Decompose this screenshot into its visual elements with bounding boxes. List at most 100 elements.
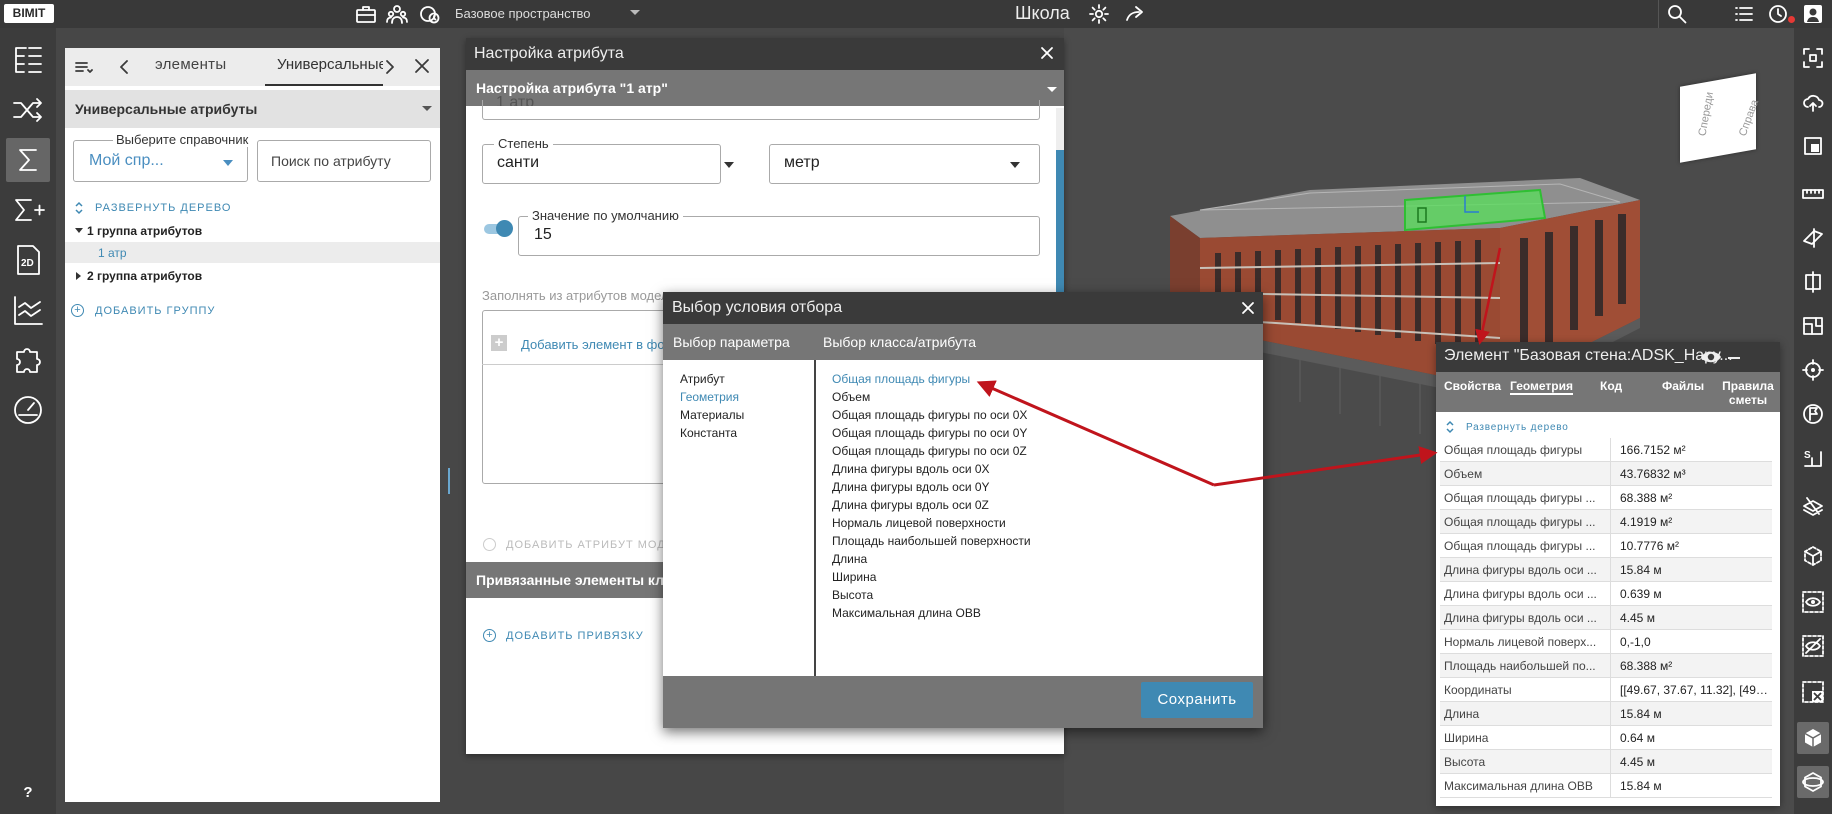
model-tree-button[interactable] bbox=[6, 38, 50, 82]
universal-attributes-button[interactable] bbox=[6, 138, 50, 182]
param-item[interactable]: Атрибут bbox=[680, 370, 725, 388]
help-button[interactable]: ? bbox=[17, 782, 39, 804]
attribute-item[interactable]: Длина фигуры вдоль оси 0Y bbox=[832, 478, 990, 496]
close-icon[interactable] bbox=[1241, 301, 1255, 315]
charts-button[interactable] bbox=[6, 288, 50, 332]
param-item[interactable]: Материалы bbox=[680, 406, 744, 424]
attribute-item[interactable]: Общая площадь фигуры по оси 0Z bbox=[832, 442, 1027, 460]
panel-header[interactable]: Универсальные атрибуты bbox=[65, 90, 440, 128]
briefcase-icon[interactable] bbox=[355, 3, 377, 25]
chevron-right-icon[interactable] bbox=[383, 59, 397, 75]
expand-tree-link[interactable]: Развернуть дерево bbox=[1466, 422, 1569, 433]
tree-item-1-atr[interactable]: 1 атр bbox=[98, 246, 127, 260]
attribute-item[interactable]: Длина фигуры вдоль оси 0X bbox=[832, 460, 990, 478]
flag-icon[interactable] bbox=[1797, 398, 1829, 430]
property-row[interactable]: Объем 43.76832 м³ bbox=[1440, 462, 1772, 486]
attribute-item[interactable]: Высота bbox=[832, 586, 873, 604]
caret-down-icon[interactable] bbox=[75, 228, 83, 233]
2d-view-button[interactable]: 2D bbox=[6, 238, 50, 282]
search-icon[interactable] bbox=[1666, 3, 1688, 25]
tree-group-1[interactable]: 1 группа атрибутов bbox=[87, 224, 202, 238]
attribute-item-selected[interactable]: Общая площадь фигуры bbox=[832, 370, 970, 388]
plus-circle-icon[interactable] bbox=[483, 538, 496, 551]
tab-files[interactable]: Файлы bbox=[1662, 379, 1704, 393]
notification-icon[interactable] bbox=[1767, 3, 1789, 25]
3d-box-icon[interactable] bbox=[1797, 722, 1829, 754]
share-icon[interactable] bbox=[1124, 3, 1146, 25]
close-icon[interactable] bbox=[1040, 46, 1054, 60]
eye-icon[interactable] bbox=[1797, 586, 1829, 618]
shuffle-button[interactable] bbox=[6, 88, 50, 132]
eye-off-icon[interactable] bbox=[1797, 630, 1829, 662]
toggle-knob[interactable] bbox=[496, 220, 513, 237]
close-icon[interactable] bbox=[413, 57, 431, 75]
dimension-icon[interactable]: S bbox=[1797, 442, 1829, 474]
expand-tree-icon[interactable] bbox=[73, 201, 85, 215]
attribute-search-input[interactable] bbox=[257, 140, 431, 182]
tree-group-2[interactable]: 2 группа атрибутов bbox=[87, 269, 202, 283]
name-field-value[interactable]: 1 атр bbox=[496, 94, 534, 106]
property-row[interactable]: Высота 4.45 м bbox=[1440, 750, 1772, 774]
param-item-selected[interactable]: Геометрия bbox=[680, 388, 739, 406]
panel-resize-handle[interactable] bbox=[448, 468, 450, 494]
floor-plan-icon[interactable] bbox=[1797, 310, 1829, 342]
dropdown-arrow-icon[interactable] bbox=[1010, 162, 1020, 168]
plus-circle-icon[interactable]: + bbox=[483, 629, 496, 642]
add-binding-link[interactable]: ДОБАВИТЬ ПРИВЯЗКУ bbox=[506, 630, 644, 642]
tab-elements[interactable]: элементы bbox=[155, 56, 226, 73]
expand-tree-icon[interactable] bbox=[1444, 420, 1456, 434]
user-profile-icon[interactable] bbox=[1802, 3, 1824, 25]
attribute-item[interactable]: Длина фигуры вдоль оси 0Z bbox=[832, 496, 989, 514]
caret-right-icon[interactable] bbox=[76, 272, 81, 280]
cloud-upload-icon[interactable] bbox=[1797, 86, 1829, 118]
attribute-item[interactable]: Длина bbox=[832, 550, 867, 568]
property-row[interactable]: Общая площадь фигуры 166.7152 м² bbox=[1440, 438, 1772, 462]
property-row[interactable]: Площадь наибольшей по... 68.388 м² bbox=[1440, 654, 1772, 678]
property-row[interactable]: Общая площадь фигуры ... 4.1919 м² bbox=[1440, 510, 1772, 534]
dialog-title[interactable]: Настройка атрибута bbox=[466, 38, 1064, 70]
add-group-link[interactable]: ДОБАВИТЬ ГРУППУ bbox=[95, 305, 215, 317]
workspace-settings-icon[interactable] bbox=[419, 3, 441, 25]
property-row[interactable]: Длина фигуры вдоль оси ... 0.639 м bbox=[1440, 582, 1772, 606]
plus-circle-icon[interactable]: + bbox=[71, 304, 84, 317]
attribute-item[interactable]: Ширина bbox=[832, 568, 876, 586]
isolate-off-icon[interactable] bbox=[1797, 676, 1829, 708]
property-row[interactable]: Ширина 0.64 м bbox=[1440, 726, 1772, 750]
tab-geometry[interactable]: Геометрия bbox=[1510, 379, 1574, 395]
chevron-down-icon[interactable] bbox=[421, 105, 433, 113]
chevron-left-icon[interactable] bbox=[117, 59, 131, 75]
menu-list-icon[interactable] bbox=[73, 58, 93, 78]
attribute-item[interactable]: Нормаль лицевой поверхности bbox=[832, 514, 1006, 532]
name-field[interactable] bbox=[482, 100, 1040, 120]
list-icon[interactable] bbox=[1733, 3, 1755, 25]
degree-value[interactable]: санти bbox=[497, 154, 539, 172]
attribute-item[interactable]: Общая площадь фигуры по оси 0Y bbox=[832, 424, 1027, 442]
property-row[interactable]: Общая площадь фигуры ... 68.388 м² bbox=[1440, 486, 1772, 510]
property-row[interactable]: Нормаль лицевой поверх... 0,-1,0 bbox=[1440, 630, 1772, 654]
focus-frame-icon[interactable] bbox=[1797, 42, 1829, 74]
dialog-title[interactable]: Выбор условия отбора bbox=[663, 292, 1263, 324]
property-row[interactable]: Длина 15.84 м bbox=[1440, 702, 1772, 726]
dashboard-button[interactable] bbox=[6, 388, 50, 432]
catalog-select-value[interactable]: Мой спр... bbox=[89, 152, 164, 170]
property-row[interactable]: Максимальная длина OBB 15.84 м bbox=[1440, 774, 1772, 798]
expand-tree-link[interactable]: РАЗВЕРНУТЬ ДЕРЕВО bbox=[95, 202, 231, 214]
ruler-icon[interactable] bbox=[1797, 178, 1829, 210]
chevron-down-icon[interactable] bbox=[628, 8, 642, 18]
users-icon[interactable] bbox=[386, 3, 408, 25]
attribute-item[interactable]: Площадь наибольшей поверхности bbox=[832, 532, 1031, 550]
crop-icon[interactable] bbox=[1797, 130, 1829, 162]
tab-code[interactable]: Код bbox=[1600, 379, 1622, 393]
attribute-item[interactable]: Объем bbox=[832, 388, 870, 406]
default-value-input[interactable]: 15 bbox=[534, 226, 552, 244]
save-button[interactable]: Сохранить bbox=[1141, 682, 1253, 718]
property-row[interactable]: Длина фигуры вдоль оси ... 15.84 м bbox=[1440, 558, 1772, 582]
tab-properties[interactable]: Свойства bbox=[1444, 379, 1501, 393]
explode-icon[interactable] bbox=[1797, 490, 1829, 522]
space-selector[interactable]: Базовое пространство bbox=[455, 6, 591, 21]
tab-universal-attributes[interactable]: Универсальные атрибуты bbox=[265, 48, 383, 86]
chevron-down-icon[interactable] bbox=[1046, 86, 1058, 94]
gear-icon[interactable] bbox=[1088, 3, 1110, 25]
plugins-button[interactable] bbox=[6, 338, 50, 382]
dropdown-arrow-icon[interactable] bbox=[724, 162, 734, 168]
